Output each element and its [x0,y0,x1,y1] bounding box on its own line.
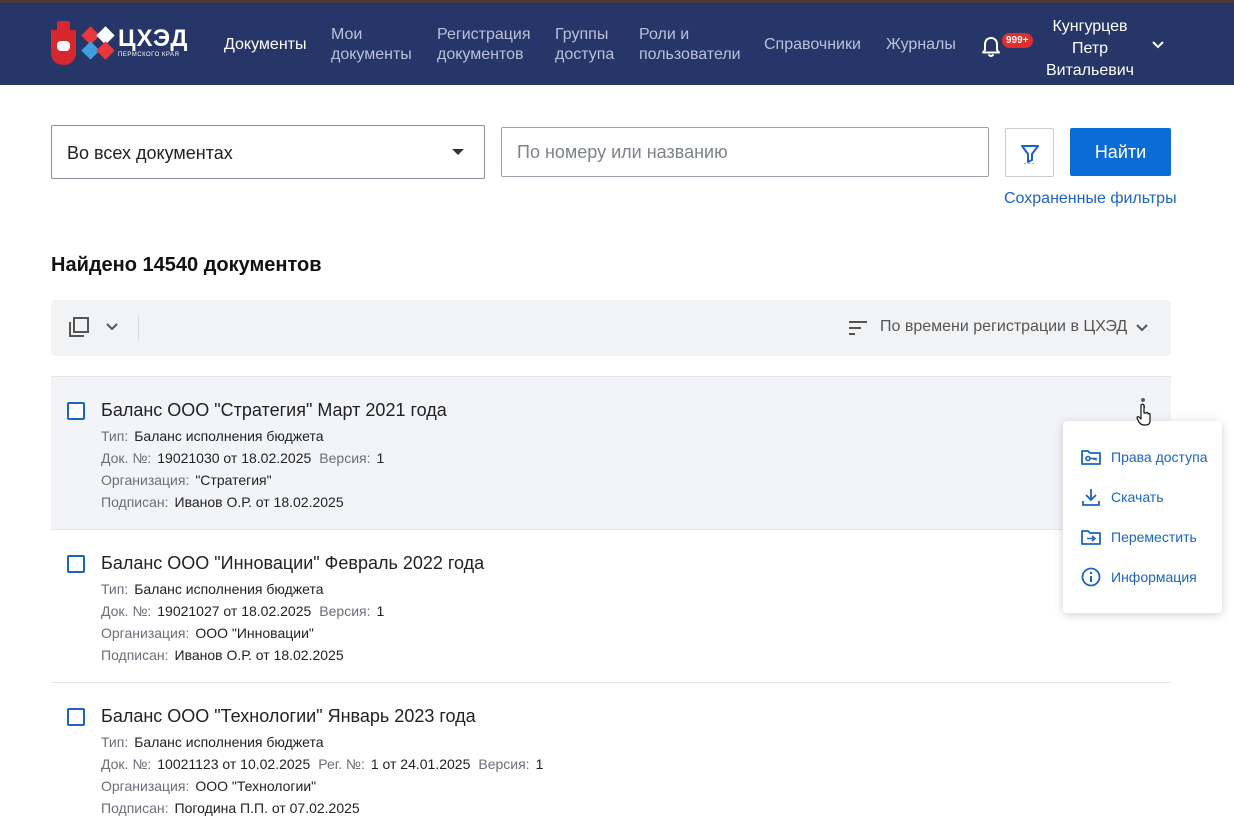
hand-pointer-cursor-icon [1136,403,1151,426]
search-input[interactable] [501,127,989,177]
document-signed: Иванов О.Р. от 18.02.2025 [174,494,344,510]
document-row[interactable]: Баланс ООО "Технологии" Январь 2023 года… [51,682,1171,835]
user-menu[interactable]: Кунгурцев Петр Витальевич [1036,16,1144,82]
download-icon [1082,489,1100,506]
nav-documents[interactable]: Документы [224,35,306,55]
doc-no-label: Док. №: [101,603,152,619]
document-checkbox[interactable] [67,708,85,726]
version-label: Версия: [478,756,530,772]
document-checkbox[interactable] [67,402,85,420]
document-version: 1 [376,450,385,466]
logo-mark-icon [81,26,115,60]
menu-item-move[interactable]: Переместить [1081,526,1197,548]
notification-badge: 999+ [1002,33,1033,48]
reg-no-label: Рег. №: [318,756,365,772]
sort-icon[interactable] [848,319,868,337]
nav-document-registration[interactable]: Регистрация документов [437,25,531,65]
document-organization: ООО "Технологии" [195,778,317,794]
org-label: Организация: [101,472,190,488]
nav-roles-users[interactable]: Роли и пользователи [639,25,741,65]
folder-key-icon [1081,450,1101,465]
nav-access-groups[interactable]: Группы доступа [555,25,614,65]
user-patronymic: Витальевич [1046,62,1134,79]
doc-no-label: Док. №: [101,756,152,772]
document-checkbox[interactable] [67,555,85,573]
menu-item-label: Информация [1111,569,1197,585]
logo[interactable]: ЦХЭД Пермского края [50,19,189,67]
document-number: 19021027 от 18.02.2025 [157,603,312,619]
logo-subtitle: Пермского края [118,52,180,58]
type-label: Тип: [101,734,129,750]
org-label: Организация: [101,778,190,794]
nav-my-documents[interactable]: Мои документы [331,25,412,65]
chevron-down-icon[interactable] [1150,39,1166,51]
logo-title: ЦХЭД [118,25,189,52]
document-version: 1 [376,603,385,619]
folder-move-icon [1081,530,1101,545]
document-organization: ООО "Инновации" [195,625,314,641]
menu-item-access-rights[interactable]: Права доступа [1081,446,1207,468]
signed-label: Подписан: [101,647,169,663]
chevron-down-icon[interactable] [1134,320,1150,336]
sort-label[interactable]: По времени регистрации в ЦХЭД [880,318,1127,336]
document-organization: "Стратегия" [195,472,272,488]
search-scope-select[interactable]: Во всех документах [51,125,485,179]
doc-no-label: Док. №: [101,450,152,466]
menu-item-info[interactable]: Информация [1081,566,1197,588]
info-icon [1081,567,1101,587]
find-button[interactable]: Найти [1070,128,1171,176]
version-label: Версия: [319,603,371,619]
filter-icon [1021,145,1039,164]
document-reg-number: 1 от 24.01.2025 [370,756,471,772]
saved-filters-link[interactable]: Сохраненные фильтры [1004,190,1177,208]
toolbar-divider [138,316,139,340]
signed-label: Подписан: [101,800,169,816]
user-first-name: Петр [1071,40,1109,57]
menu-item-label: Переместить [1111,529,1197,545]
document-signed: Погодина П.П. от 07.02.2025 [174,800,360,816]
type-label: Тип: [101,581,129,597]
nav-journals[interactable]: Журналы [886,35,956,55]
document-version: 1 [535,756,544,772]
document-title[interactable]: Баланс ООО "Инновации" Февраль 2022 года [101,553,484,574]
search-scope-value: Во всех документах [67,143,233,163]
menu-item-label: Права доступа [1111,449,1208,465]
document-type: Баланс исполнения бюджета [134,428,324,444]
document-number: 19021030 от 18.02.2025 [157,450,312,466]
version-label: Версия: [319,450,371,466]
user-last-name: Кунгурцев [1052,18,1128,35]
results-count-title: Найдено 14540 документов [51,254,322,276]
org-label: Организация: [101,625,190,641]
document-row[interactable]: Баланс ООО "Стратегия" Март 2021 года Ти… [51,376,1171,529]
top-navigation-bar: ЦХЭД Пермского края Документы Мои докуме… [0,0,1234,85]
signed-label: Подписан: [101,494,169,510]
document-type: Баланс исполнения бюджета [134,581,324,597]
document-type: Баланс исполнения бюджета [134,734,324,750]
chevron-down-icon[interactable] [104,319,120,335]
document-title[interactable]: Баланс ООО "Технологии" Январь 2023 года [101,706,476,727]
filter-button[interactable] [1005,128,1054,177]
document-title[interactable]: Баланс ООО "Стратегия" Март 2021 года [101,400,447,421]
type-label: Тип: [101,428,129,444]
document-row[interactable]: Баланс ООО "Инновации" Февраль 2022 года… [51,529,1171,682]
nav-directories[interactable]: Справочники [764,35,861,55]
document-number: 10021123 от 10.02.2025 [157,756,311,772]
select-all-icon[interactable] [68,316,90,338]
document-context-menu: Права доступа Скачать Переместить Информ… [1063,421,1222,613]
results-toolbar: По времени регистрации в ЦХЭД [51,300,1171,356]
caret-down-icon [452,149,464,155]
perm-crest-icon [50,20,77,66]
bell-icon[interactable] [980,36,1002,58]
document-signed: Иванов О.Р. от 18.02.2025 [174,647,344,663]
menu-item-download[interactable]: Скачать [1081,486,1164,508]
menu-item-label: Скачать [1111,489,1164,505]
